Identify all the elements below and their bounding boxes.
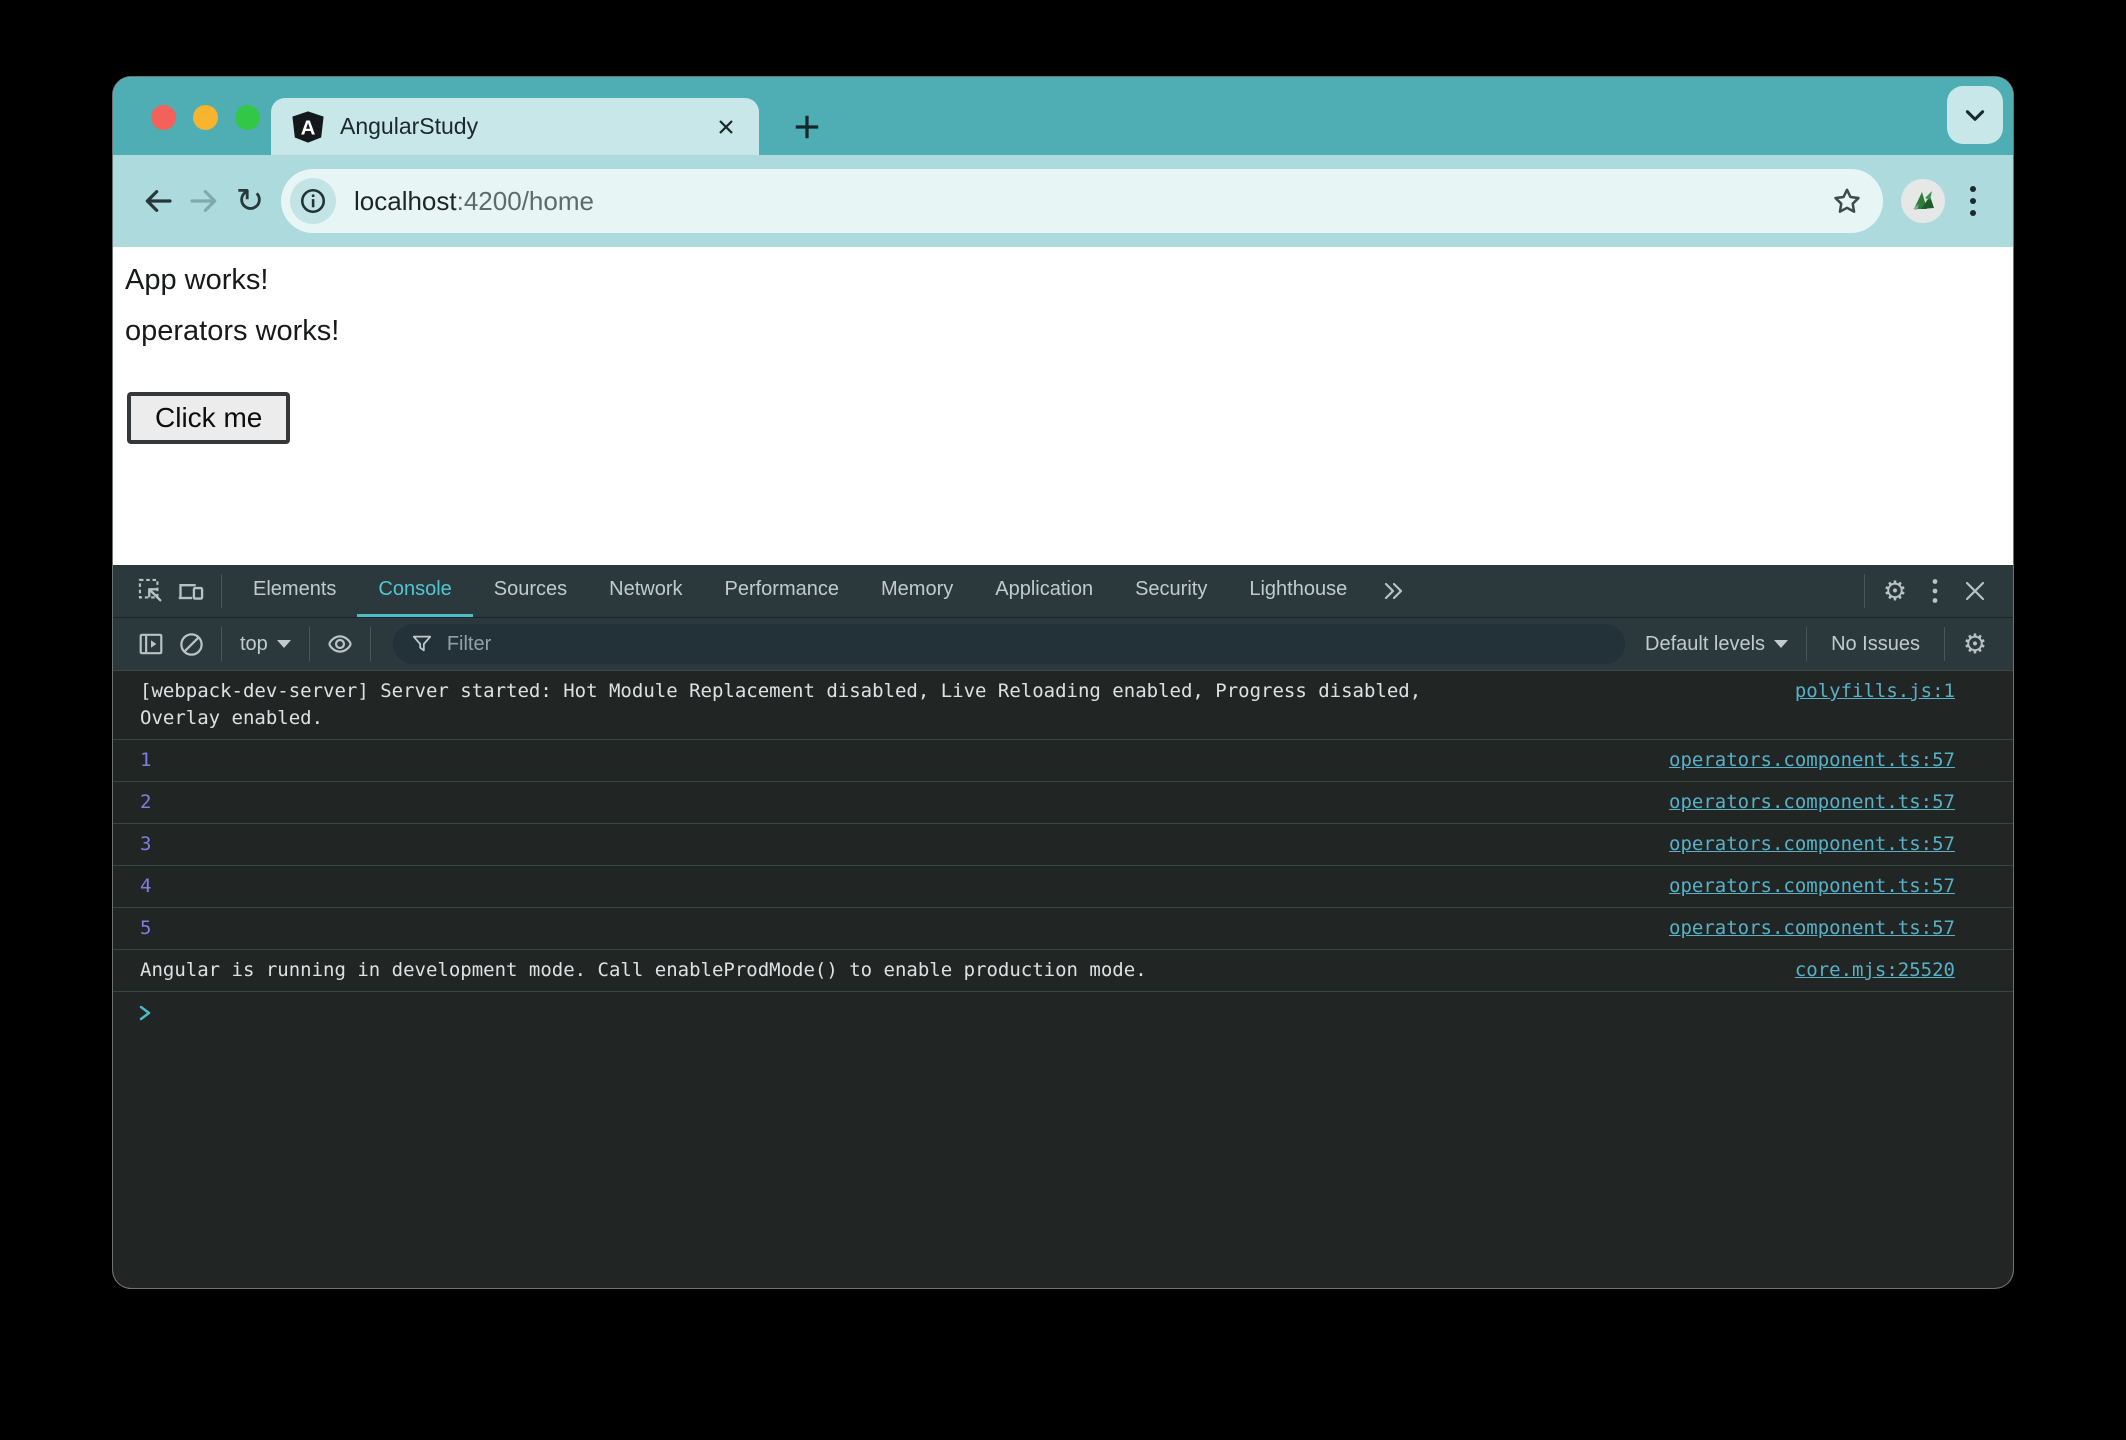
console-filter-box[interactable] [392, 624, 1625, 664]
filter-funnel-icon [411, 633, 433, 655]
device-toolbar-icon[interactable] [171, 571, 211, 611]
site-info-icon[interactable] [290, 178, 336, 224]
console-source-link[interactable]: operators.component.ts:57 [1645, 747, 1955, 774]
devtools-tab-bar: Elements Console Sources Network Performance… [113, 565, 2013, 617]
devtools-settings-icon[interactable]: ⚙ [1875, 571, 1915, 611]
inspect-element-icon[interactable] [131, 571, 171, 611]
devtools-tab-security[interactable]: Security [1114, 565, 1228, 617]
console-source-link[interactable]: operators.component.ts:57 [1645, 873, 1955, 900]
close-window-button[interactable] [151, 105, 176, 130]
execution-context-selector[interactable]: top [232, 633, 299, 656]
browser-window: A AngularStudy ↻ localhost:4200/home App… [113, 77, 2013, 1288]
svg-text:A: A [301, 116, 316, 139]
address-bar[interactable]: localhost:4200/home [281, 169, 1883, 233]
operators-works-text: operators works! [125, 315, 340, 347]
console-message-text: 1 [140, 749, 152, 771]
console-output: [webpack-dev-server] Server started: Hot… [113, 671, 2013, 1288]
devtools-tab-application[interactable]: Application [974, 565, 1114, 617]
forward-button[interactable] [181, 178, 227, 224]
reload-button[interactable]: ↻ [227, 178, 273, 224]
devtools-tab-sources[interactable]: Sources [473, 565, 588, 617]
console-sidebar-icon[interactable] [131, 624, 171, 664]
devtools-tab-performance[interactable]: Performance [704, 565, 861, 617]
devtools-tab-console[interactable]: Console [357, 565, 473, 617]
devtools-tab-lighthouse[interactable]: Lighthouse [1228, 565, 1368, 617]
devtools-tabs: Elements Console Sources Network Performance… [232, 565, 1368, 617]
console-message-text: 5 [140, 917, 152, 939]
console-message-row: 2 operators.component.ts:57 [113, 782, 2013, 824]
console-message-row: [webpack-dev-server] Server started: Hot… [113, 671, 2013, 740]
console-source-link[interactable]: operators.component.ts:57 [1645, 831, 1955, 858]
prompt-chevron-icon [139, 1005, 151, 1021]
devtools-tab-network[interactable]: Network [588, 565, 703, 617]
log-levels-dropdown[interactable]: Default levels [1637, 633, 1796, 656]
issues-counter[interactable]: No Issues [1817, 633, 1934, 656]
console-toolbar: top Default levels No Issues [113, 617, 2013, 671]
divider [1944, 627, 1945, 661]
minimize-window-button[interactable] [193, 105, 218, 130]
console-message-row: 5 operators.component.ts:57 [113, 908, 2013, 950]
browser-menu-icon[interactable] [1955, 178, 1991, 224]
url-text[interactable]: localhost:4200/home [354, 186, 594, 217]
new-tab-button[interactable] [779, 99, 835, 155]
tab-search-button[interactable] [1947, 86, 2003, 144]
console-message-row: 4 operators.component.ts:57 [113, 866, 2013, 908]
tab-title: AngularStudy [340, 113, 479, 139]
maximize-window-button[interactable] [235, 105, 260, 130]
click-me-button[interactable]: Click me [127, 392, 291, 444]
close-tab-icon[interactable] [713, 114, 739, 140]
console-source-link[interactable]: operators.component.ts:57 [1645, 915, 1955, 942]
console-prompt[interactable] [113, 992, 2013, 1022]
url-host: localhost [354, 185, 457, 216]
console-message-text: 4 [140, 875, 152, 897]
more-tabs-icon[interactable] [1368, 580, 1418, 602]
devtools-tab-elements[interactable]: Elements [232, 565, 357, 617]
devtools-menu-icon[interactable] [1915, 571, 1955, 611]
divider [369, 627, 371, 661]
divider [308, 627, 310, 661]
filter-input[interactable] [444, 631, 1617, 657]
divider [1864, 574, 1865, 608]
angular-favicon-icon: A [291, 110, 325, 144]
context-label: top [240, 632, 268, 655]
console-message-text: 2 [140, 791, 152, 813]
console-message-text: Angular is running in development mode. … [140, 959, 1147, 981]
profile-avatar[interactable] [1901, 179, 1945, 223]
console-messages: [webpack-dev-server] Server started: Hot… [113, 671, 2013, 992]
console-settings-icon[interactable]: ⚙ [1955, 624, 1995, 664]
devtools-close-icon[interactable] [1955, 571, 1995, 611]
live-expression-eye-icon[interactable] [320, 624, 360, 664]
bookmark-star-icon[interactable] [1831, 185, 1863, 217]
divider [221, 574, 222, 608]
console-source-link[interactable]: polyfills.js:1 [1771, 678, 1955, 705]
levels-label: Default levels [1645, 632, 1766, 655]
url-path: :4200/home [456, 185, 594, 216]
devtools-panel: Elements Console Sources Network Performance… [113, 565, 2013, 1288]
window-controls [151, 105, 260, 130]
chevron-down-icon [1774, 640, 1789, 648]
clear-console-icon[interactable] [171, 624, 211, 664]
console-source-link[interactable]: operators.component.ts:57 [1645, 789, 1955, 816]
browser-tab-strip: A AngularStudy [113, 77, 2013, 155]
page-content: App works! operators works! Click me [113, 247, 2013, 565]
back-button[interactable] [135, 178, 181, 224]
devtools-tab-memory[interactable]: Memory [860, 565, 974, 617]
browser-toolbar: ↻ localhost:4200/home [113, 155, 2013, 247]
console-source-link[interactable]: core.mjs:25520 [1771, 957, 1955, 984]
divider [1806, 627, 1808, 661]
console-message-row: Angular is running in development mode. … [113, 950, 2013, 992]
chevron-down-icon [276, 640, 291, 648]
console-message-text: 3 [140, 833, 152, 855]
console-message-text: [webpack-dev-server] Server started: Hot… [140, 680, 1422, 729]
divider [221, 627, 222, 661]
console-message-row: 1 operators.component.ts:57 [113, 740, 2013, 782]
console-message-row: 3 operators.component.ts:57 [113, 824, 2013, 866]
app-works-text: App works! [125, 264, 269, 296]
browser-tab[interactable]: A AngularStudy [271, 98, 759, 155]
